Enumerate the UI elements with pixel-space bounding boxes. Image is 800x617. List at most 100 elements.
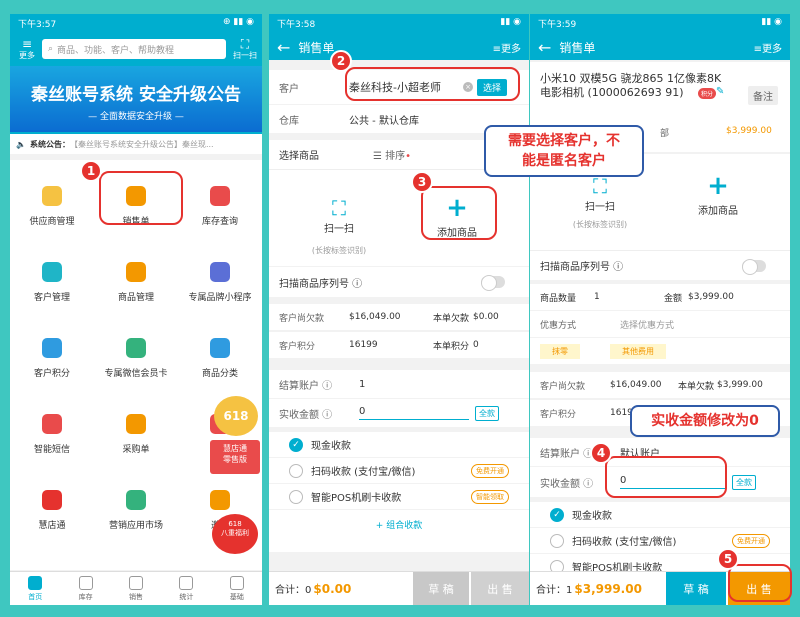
status-time: 下午3:59 [538, 20, 577, 30]
scan-button[interactable]: ⛶ 扫一扫 [230, 38, 260, 61]
order-debt-label: 本单欠款 [433, 313, 470, 324]
status-time: 下午3:58 [277, 20, 316, 30]
paid-amount-label: 实收金额 ⓘ [279, 409, 333, 421]
grid-item[interactable]: 专属微信会员卡 [94, 338, 178, 379]
promo-618-floating[interactable]: 618 慧店通 零售版 618 八重福利 [210, 396, 262, 576]
highlight-add-goods [421, 186, 497, 240]
serial-scan-label: 扫描商品序列号 ⓘ [279, 278, 363, 290]
scan-hint: (长按标签识别) [311, 246, 367, 255]
tab-icon [179, 576, 194, 590]
more-label: 更多 [762, 43, 782, 55]
more-menu-button[interactable]: ≡ 更多 [16, 38, 38, 61]
draft-button[interactable]: 草 稿 [666, 572, 726, 605]
sort-button[interactable]: ☰ 排序• [373, 147, 411, 162]
chip-round-off-label: 抹零 [552, 346, 568, 356]
paid-amount-input[interactable]: 0 [359, 406, 469, 420]
tab-item[interactable]: 库存 [60, 572, 110, 605]
phone-sales-order-filled: 下午3:59 ▮▮ ◉ ← 销售单 ≡更多 小米10 双模5G 骁龙865 1亿像… [530, 14, 790, 605]
scan-icon: ⛶ [240, 37, 250, 51]
sort-icon: ☰ [373, 151, 386, 162]
announcement-banner[interactable]: 秦丝账号系统 安全升级公告 — 全面数据安全升级 — [10, 66, 262, 132]
scan-goods-button[interactable]: ⛶ 扫一扫 (长按标签识别) [560, 174, 640, 230]
system-notice[interactable]: 🔈 系统公告： 【秦丝账号系统安全升级公告】秦丝现... [10, 134, 262, 154]
account-row[interactable]: 结算账户 ⓘ 1 [269, 370, 529, 398]
account-value: 1 [359, 378, 366, 390]
speaker-icon: 🔈 [16, 139, 26, 149]
back-arrow-icon[interactable]: ← [277, 38, 290, 57]
payment-option[interactable]: 扫码收款 (支付宝/微信) 免费开通 [269, 458, 529, 484]
grid-item[interactable]: 客户管理 [10, 262, 94, 303]
grid-item-icon [210, 338, 230, 358]
grid-item-label: 专属品牌小程序 [188, 293, 252, 303]
grid-item-label: 专属微信会员卡 [104, 369, 168, 379]
grid-item[interactable]: 智能短信 [10, 414, 94, 455]
step-badge-4: 4 [590, 442, 612, 464]
chip-other-fee-label: 其他费用 [622, 346, 654, 356]
scan-frame-icon: ⛶ [593, 174, 607, 198]
callout-set-paid-zero: 实收金额修改为0 [630, 405, 780, 437]
discount-row[interactable]: 优惠方式 选择优惠方式 [530, 311, 790, 337]
radio-icon [289, 489, 303, 504]
payment-option-label: 扫码收款 (支付宝/微信) [311, 467, 416, 478]
edit-icon[interactable]: ✎ [716, 86, 724, 97]
grid-item[interactable]: 商品管理 [94, 262, 178, 303]
radio-icon [289, 463, 303, 478]
discount-chips-row: 抹零 其他费用 [530, 338, 790, 364]
grid-item[interactable]: 商品分类 [178, 338, 262, 379]
search-bar[interactable]: ⌕ 商品、功能、客户、帮助教程 [42, 39, 226, 59]
phone-home-screen: 下午3:57 ⊕ ▮▮ ◉ ≡ 更多 ⌕ 商品、功能、客户、帮助教程 ⛶ 扫一扫 … [10, 14, 262, 605]
grid-item-icon [42, 414, 62, 434]
tab-item[interactable]: 统计 [161, 572, 211, 605]
chip-other-fee[interactable]: 其他费用 [610, 343, 666, 359]
grid-item[interactable]: 供应商管理 [10, 186, 94, 227]
full-amount-button[interactable]: 全款 [475, 405, 499, 421]
status-icons: ⊕ ▮▮ ◉ [222, 17, 254, 27]
payment-option[interactable]: 智能POS机刷卡收款 智能领取 [269, 484, 529, 510]
total-value: $0.00 [313, 581, 352, 596]
serial-scan-toggle[interactable] [481, 275, 505, 291]
points-label: 客户积分 [279, 341, 316, 352]
grid-item[interactable]: 采购单 [94, 414, 178, 455]
menu-icon: ≡ [753, 43, 762, 55]
scan-goods-button[interactable]: ⛶ 扫一扫 (长按标签识别) [299, 196, 379, 256]
back-arrow-icon[interactable]: ← [538, 38, 551, 57]
grid-item[interactable]: 专属品牌小程序 [178, 262, 262, 303]
more-menu-button[interactable]: ≡更多 [493, 40, 521, 55]
account-label: 结算账户 ⓘ [279, 380, 333, 392]
sales-order-header: ← 销售单 ≡更多 [269, 34, 529, 60]
note-button[interactable]: 备注 [748, 86, 778, 105]
add-goods-button[interactable]: + 添加商品 [678, 173, 758, 217]
grid-item-icon [126, 262, 146, 282]
notice-label: 系统公告： [29, 139, 70, 149]
scan-label: 扫一扫 [233, 51, 257, 60]
points-label: 客户积分 [540, 409, 577, 420]
serial-scan-toggle[interactable] [742, 259, 766, 275]
draft-button[interactable]: 草 稿 [413, 572, 469, 605]
payment-option[interactable]: 扫码收款 (支付宝/微信) 免费开通 [530, 528, 790, 554]
tab-item[interactable]: 首页 [10, 572, 60, 605]
status-bar: 下午3:57 ⊕ ▮▮ ◉ [10, 14, 262, 34]
full-amount-button[interactable]: 全款 [732, 474, 756, 490]
grid-item-label: 商品分类 [201, 369, 238, 379]
payment-option[interactable]: ✓ 现金收款 [530, 502, 790, 528]
step-badge-2: 2 [330, 50, 352, 72]
step-badge-5: 5 [717, 548, 739, 570]
sell-button[interactable]: 出 售 [471, 572, 529, 605]
status-bar: 下午3:59 ▮▮ ◉ [530, 14, 790, 34]
tab-icon [28, 576, 43, 590]
payment-methods: ✓ 现金收款 扫码收款 (支付宝/微信) 免费开通 智能POS机刷卡收款 智能领取 + 组合… [269, 432, 529, 552]
grid-item[interactable]: 慧店通 [10, 490, 94, 531]
grid-item[interactable]: 库存查询 [178, 186, 262, 227]
order-debt-value: $0.00 [473, 312, 499, 322]
tab-item[interactable]: 基础 [212, 572, 262, 605]
grid-item-label: 库存查询 [201, 217, 238, 227]
page-title: 销售单 [298, 40, 335, 55]
grid-item[interactable]: 营销应用市场 [94, 490, 178, 531]
chip-round-off[interactable]: 抹零 [540, 343, 580, 359]
tab-item[interactable]: 销售 [111, 572, 161, 605]
more-menu-button[interactable]: ≡更多 [754, 40, 782, 55]
payment-option[interactable]: ✓ 现金收款 [269, 432, 529, 458]
grid-item[interactable]: 客户积分 [10, 338, 94, 379]
combo-payment-link[interactable]: + 组合收款 [269, 518, 529, 531]
debt-row: 客户尚欠款 $16,049.00 本单欠款 $0.00 [269, 304, 529, 330]
